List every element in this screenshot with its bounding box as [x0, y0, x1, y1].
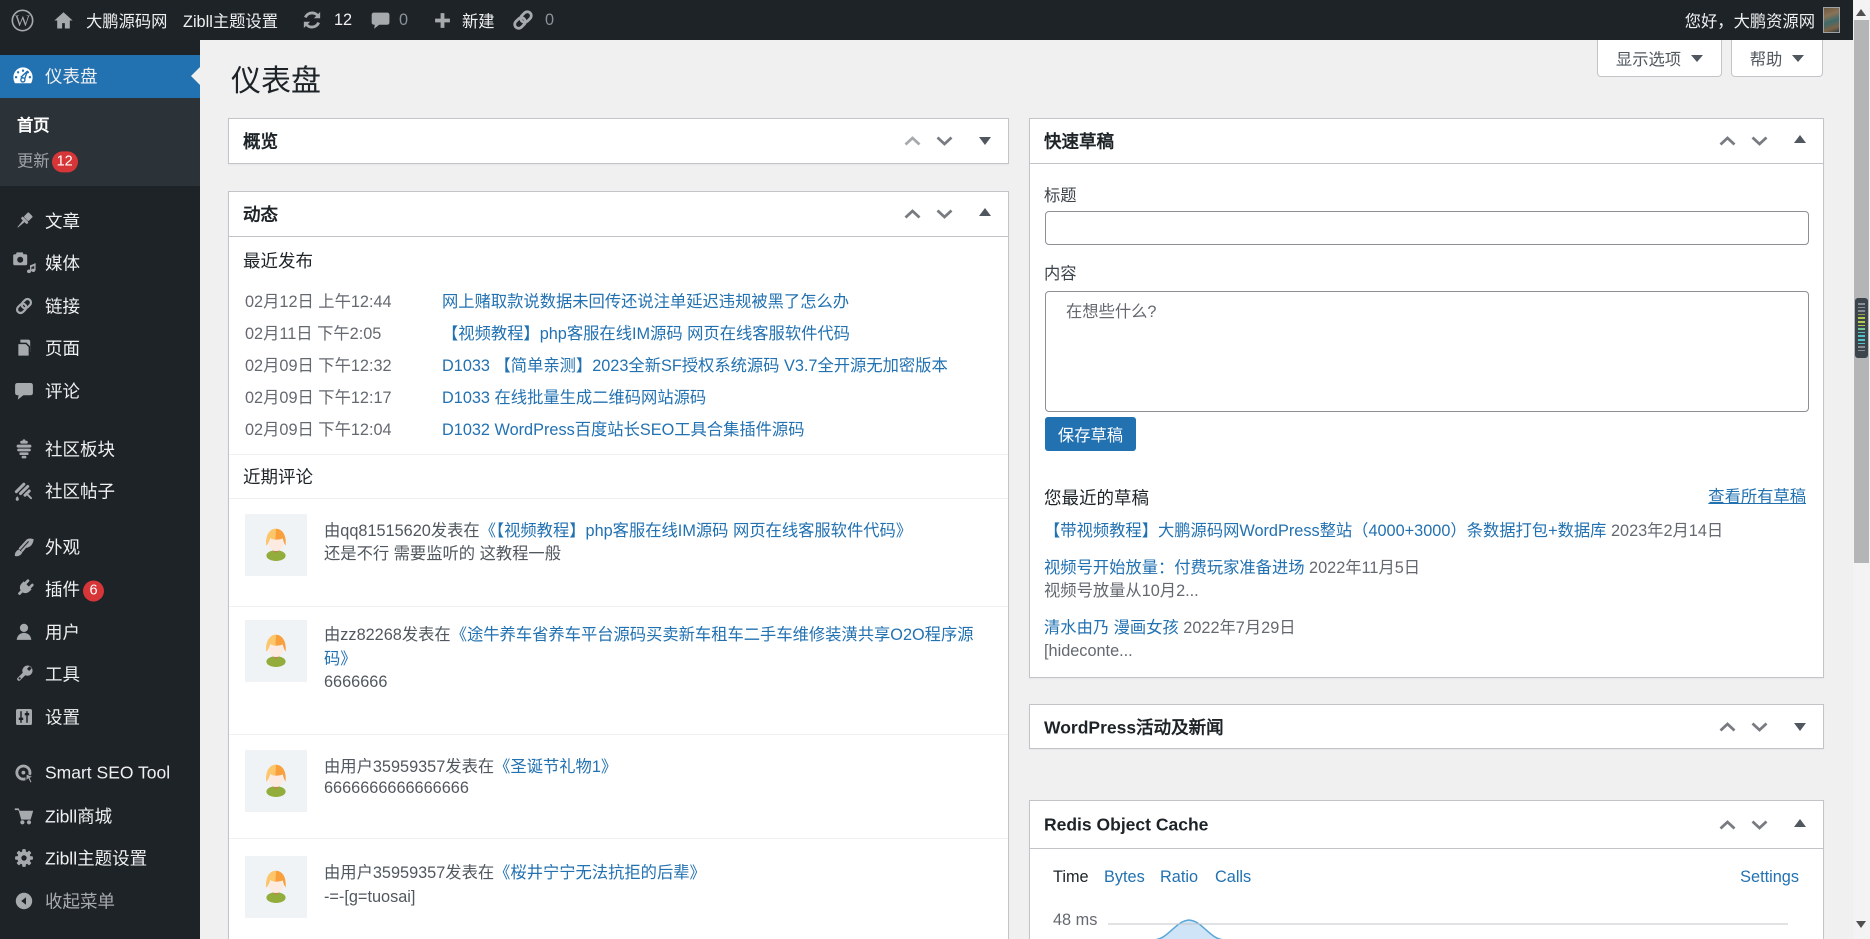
svg-text:W: W [15, 13, 30, 30]
